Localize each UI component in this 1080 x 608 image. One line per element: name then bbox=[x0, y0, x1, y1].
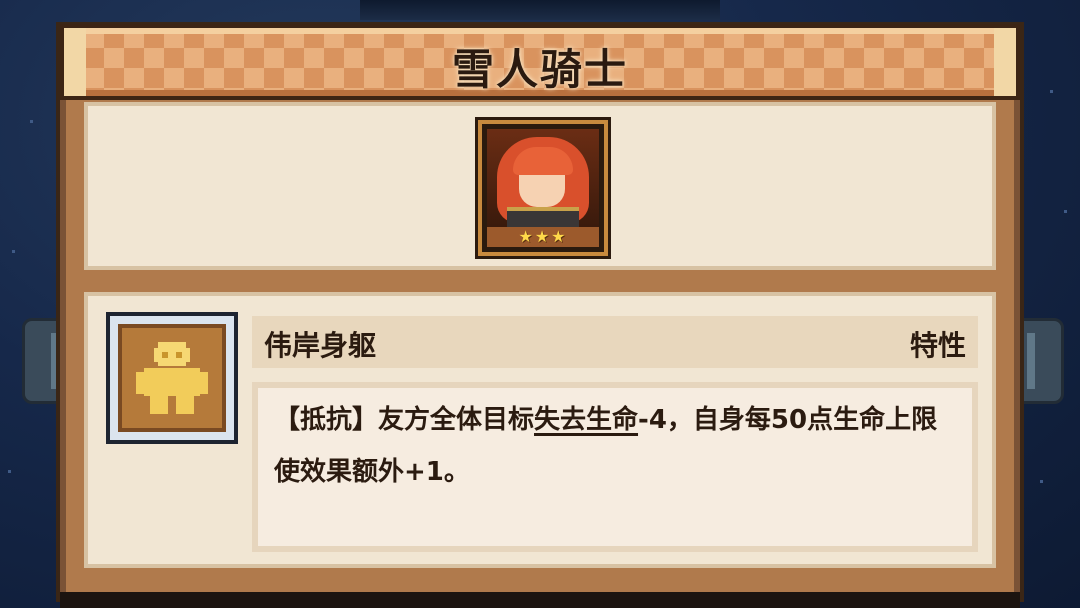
trait-description: 【抵抗】友方全体目标失去生命-4，自身每50点生命上限使效果额外+1。 bbox=[274, 394, 954, 498]
top-decoration bbox=[360, 0, 720, 20]
character-portrait[interactable]: ★★★ bbox=[478, 120, 608, 256]
trait-description-box: 【抵抗】友方全体目标失去生命-4，自身每50点生命上限使效果额外+1。 bbox=[252, 382, 978, 552]
star-rating: ★★★ bbox=[487, 227, 599, 247]
title-bar: 雪人骑士 bbox=[60, 24, 1020, 100]
character-title: 雪人骑士 bbox=[451, 45, 628, 94]
bottom-strip bbox=[60, 592, 1020, 608]
trait-name: 伟岸身躯 bbox=[264, 329, 377, 362]
golem-figure-icon bbox=[136, 342, 208, 414]
trait-icon-background bbox=[118, 324, 226, 432]
trait-type-label: 特性 bbox=[909, 329, 966, 362]
trait-section: 伟岸身躯 特性 【抵抗】友方全体目标失去生命-4，自身每50点生命上限使效果额外… bbox=[84, 292, 996, 568]
keyword-link[interactable]: 失去生命 bbox=[534, 405, 638, 435]
character-portrait-icon bbox=[487, 129, 599, 227]
trait-icon-frame[interactable] bbox=[106, 312, 238, 444]
right-side-tab[interactable] bbox=[1018, 318, 1064, 404]
portrait-area: ★★★ bbox=[84, 102, 996, 270]
description-text-1: 【抵抗】友方全体目标 bbox=[274, 405, 535, 435]
trait-header: 伟岸身躯 特性 bbox=[252, 316, 978, 368]
